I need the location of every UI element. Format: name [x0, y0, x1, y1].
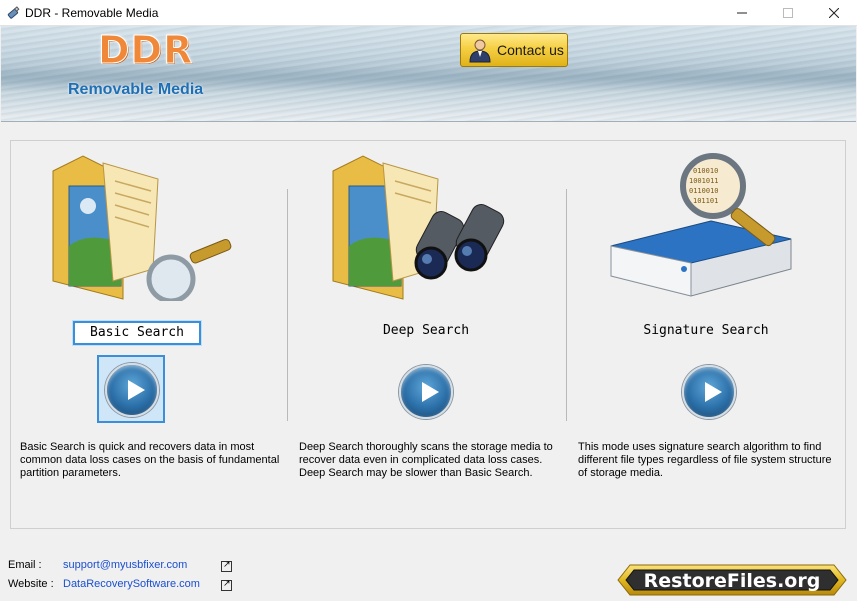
search-mode-panel: Basic Search Basic Search is quick and r…: [10, 140, 846, 529]
external-link-icon[interactable]: [221, 578, 232, 591]
email-label: Email :: [8, 559, 42, 571]
website-label: Website :: [8, 578, 54, 590]
external-link-icon[interactable]: [221, 559, 232, 572]
badge-text: RestoreFiles.org: [644, 570, 821, 592]
app-subtitle: Removable Media: [68, 81, 204, 98]
contact-us-label: Contact us: [497, 42, 564, 58]
person-icon: [469, 39, 491, 63]
minimize-button[interactable]: [719, 0, 765, 26]
email-link[interactable]: support@myusbfixer.com: [63, 559, 187, 571]
contact-us-button[interactable]: Contact us: [460, 33, 568, 67]
deep-search-title[interactable]: Deep Search: [351, 323, 501, 338]
basic-search-title[interactable]: Basic Search: [73, 321, 201, 345]
maximize-icon: [783, 8, 793, 18]
svg-text:101101: 101101: [693, 197, 718, 205]
window-title: DDR - Removable Media: [25, 6, 159, 20]
drive-magnifier-icon: 010010 1001011 0110010 101101: [610, 153, 792, 297]
close-button[interactable]: [811, 0, 857, 26]
folder-binoculars-icon: [332, 155, 505, 300]
folder-magnifier-icon: [52, 155, 232, 301]
restorefiles-badge[interactable]: RestoreFiles.org: [616, 563, 848, 597]
signature-search-title[interactable]: Signature Search: [626, 323, 786, 338]
signature-search-play-button[interactable]: [682, 365, 736, 419]
website-link[interactable]: DataRecoverySoftware.com: [63, 578, 200, 590]
svg-text:0110010: 0110010: [689, 187, 719, 195]
title-bar: DDR - Removable Media: [0, 0, 857, 26]
basic-search-play-button[interactable]: [105, 363, 159, 417]
deep-search-description: Deep Search thoroughly scans the storage…: [299, 441, 553, 479]
close-icon: [829, 8, 839, 18]
usb-drive-icon: [7, 6, 20, 19]
deep-search-play-button[interactable]: [399, 365, 453, 419]
maximize-button[interactable]: [765, 0, 811, 26]
signature-search-description: This mode uses signature search algorith…: [578, 441, 832, 479]
svg-text:010010: 010010: [693, 167, 718, 175]
header-banner: DDR Removable Media Contact us: [1, 26, 856, 122]
app-logo: DDR: [97, 28, 194, 73]
minimize-icon: [737, 12, 747, 14]
column-divider: [566, 189, 567, 421]
basic-search-description: Basic Search is quick and recovers data …: [20, 441, 280, 479]
svg-text:1001011: 1001011: [689, 177, 719, 185]
column-divider: [287, 189, 288, 421]
